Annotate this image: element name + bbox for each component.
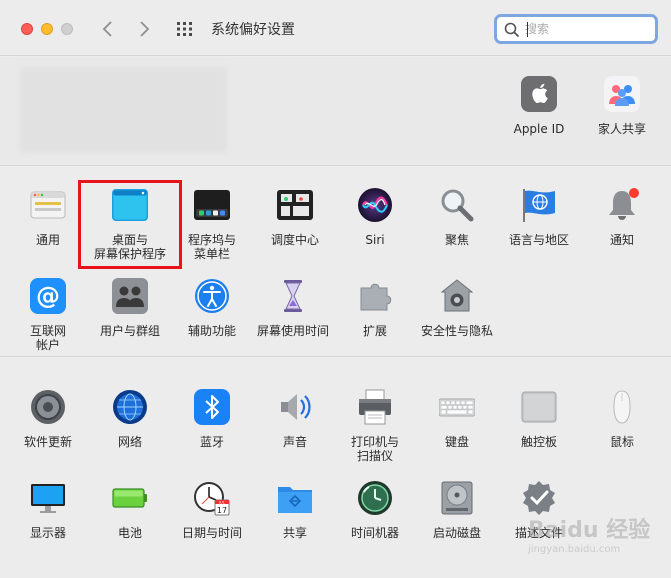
window-title: 系统偏好设置 — [211, 22, 295, 38]
siri-icon — [358, 188, 392, 222]
mission-control-icon — [277, 190, 313, 220]
system-preferences-window: 系统偏好设置 Apple ID — [0, 0, 671, 578]
notifications-icon — [609, 188, 639, 220]
preferences-section-personal: 通用 桌面与 屏幕保护程序 程序坞与 菜单栏 调度中心 Siri 聚焦 语言与地… — [0, 166, 671, 357]
back-button[interactable] — [98, 18, 118, 40]
pane-label: 通知 — [609, 233, 634, 247]
baidu-watermark: Baidu 经验 jingyan.baidu.com — [510, 500, 660, 560]
forward-button[interactable] — [134, 18, 154, 40]
minimize-button[interactable] — [41, 23, 53, 35]
search-icon — [504, 22, 520, 38]
accessibility-icon — [195, 279, 229, 313]
zoom-button[interactable] — [61, 23, 73, 35]
user-profile-blurred[interactable] — [20, 67, 227, 153]
family-icon — [604, 76, 640, 112]
grid-icon — [177, 22, 192, 36]
language-icon — [523, 189, 555, 222]
chevron-left-icon — [102, 21, 112, 37]
pane-label: 家人共享 — [597, 122, 646, 136]
sound-icon — [281, 394, 311, 420]
extensions-icon — [360, 283, 392, 311]
date-time-icon: JUL 17 — [194, 482, 230, 516]
startup-disk-icon — [441, 481, 473, 515]
svg-text:@: @ — [36, 282, 60, 310]
security-icon — [440, 279, 474, 312]
printer-icon — [359, 389, 391, 425]
titlebar: 系统偏好设置 — [0, 0, 671, 56]
calendar-day: 17 — [217, 506, 227, 515]
account-area: Apple ID 家人共享 — [0, 57, 671, 166]
users-icon — [112, 278, 148, 314]
apple-icon — [521, 76, 557, 112]
battery-icon — [112, 488, 147, 508]
display-icon — [31, 484, 65, 513]
desktop-icon — [112, 189, 148, 221]
dock-icon — [194, 190, 230, 220]
bluetooth-icon — [194, 389, 230, 425]
chevron-right-icon — [140, 21, 150, 37]
show-all-button[interactable] — [176, 20, 196, 38]
watermark-url: jingyan.baidu.com — [528, 544, 621, 555]
close-button[interactable] — [21, 23, 33, 35]
time-machine-icon — [358, 481, 392, 515]
search-field[interactable] — [494, 14, 658, 44]
text-caret — [527, 22, 528, 37]
mouse-icon — [613, 390, 631, 424]
watermark-text: Baidu 经验 — [528, 518, 651, 543]
search-input[interactable] — [525, 20, 649, 38]
general-icon — [30, 191, 66, 219]
pane-label: 鼠标 — [609, 435, 634, 449]
internet-accounts-icon: @ — [30, 278, 66, 314]
sharing-icon — [278, 487, 312, 513]
pane-label: 安全性与隐私 — [420, 324, 493, 338]
calendar-month: JUL — [218, 500, 224, 504]
network-icon — [113, 390, 147, 424]
spotlight-icon — [441, 189, 474, 222]
keyboard-icon — [439, 398, 475, 417]
screen-time-icon — [284, 280, 302, 312]
trackpad-icon — [521, 391, 557, 423]
software-update-icon — [31, 390, 65, 424]
